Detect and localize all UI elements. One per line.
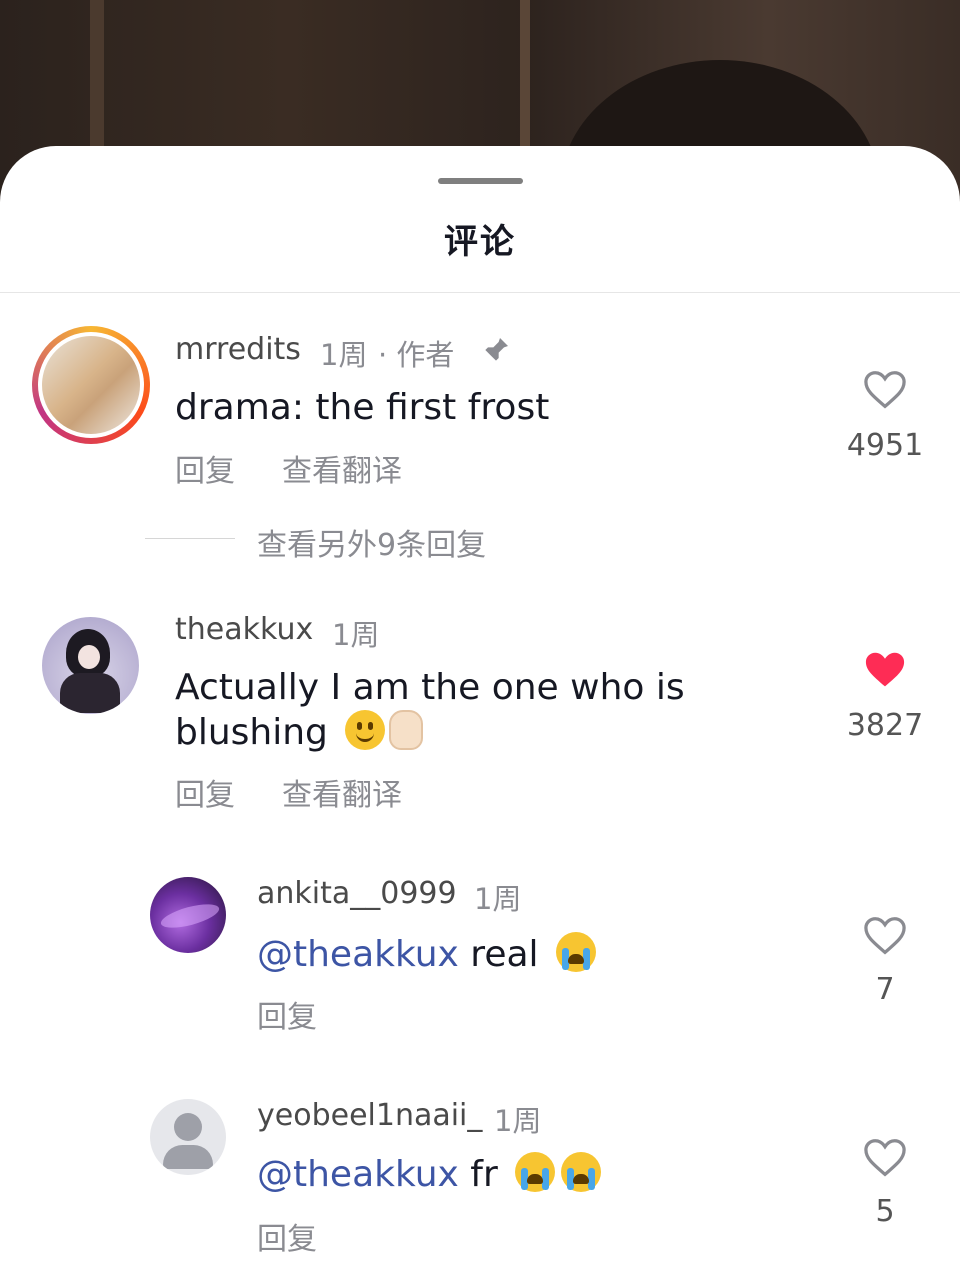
sheet-title: 评论	[444, 222, 516, 262]
reply-time: 1周	[474, 882, 522, 916]
reply-text-body: real	[458, 934, 539, 975]
avatar[interactable]	[150, 877, 226, 953]
comment-text-line2: blushing	[175, 710, 424, 755]
like-count: 4951	[846, 428, 924, 463]
sheet-divider	[0, 292, 960, 293]
loudly-crying-emoji	[561, 1152, 602, 1192]
like-count: 5	[875, 1194, 895, 1229]
view-more-replies-button[interactable]: 查看另外9条回复	[257, 520, 486, 564]
translate-button[interactable]: 查看翻译	[282, 446, 402, 490]
loudly-crying-emoji	[555, 932, 596, 972]
pin-icon	[484, 338, 508, 362]
reply-username[interactable]: ankita__0999	[257, 876, 457, 911]
comment-username[interactable]: theakkux	[175, 612, 313, 647]
like-count: 3827	[846, 708, 924, 743]
reply-button[interactable]: 回复	[257, 1214, 317, 1258]
reply-button[interactable]: 回复	[175, 446, 235, 490]
heart-icon[interactable]	[863, 1138, 907, 1178]
reply-username[interactable]: yeobeel1naaii_	[257, 1098, 482, 1133]
raised-hand-emoji	[389, 710, 424, 750]
reply-time: 1周	[494, 1104, 542, 1138]
like-count: 7	[875, 972, 895, 1007]
mention-link[interactable]: @theakkux	[257, 934, 459, 975]
comment-time: 1周	[320, 338, 368, 372]
comment-time: 1周	[332, 618, 380, 652]
heart-icon[interactable]	[863, 916, 907, 956]
avatar[interactable]	[42, 617, 139, 714]
reply-divider	[145, 538, 235, 539]
reply-text: @theakkux real	[257, 932, 596, 977]
comment-text: drama: the first frost	[175, 387, 550, 428]
comment-username[interactable]: mrredits	[175, 332, 301, 367]
sheet-drag-handle[interactable]	[438, 178, 523, 184]
default-avatar-icon	[174, 1113, 202, 1141]
author-badge: · 作者	[378, 338, 455, 372]
heart-icon[interactable]	[863, 370, 907, 410]
mention-link[interactable]: @theakkux	[257, 1154, 459, 1195]
reply-text: @theakkux fr	[257, 1152, 602, 1197]
reply-text-body: fr	[458, 1154, 498, 1195]
reply-button[interactable]: 回复	[175, 770, 235, 814]
avatar[interactable]	[150, 1099, 226, 1175]
slight-smile-emoji	[345, 710, 386, 750]
avatar[interactable]	[32, 326, 150, 444]
loudly-crying-emoji	[515, 1152, 556, 1192]
avatar-image	[38, 332, 144, 438]
reply-button[interactable]: 回复	[257, 992, 317, 1036]
comment-text-word: blushing	[175, 712, 328, 753]
comment-text: Actually I am the one who is	[175, 667, 685, 708]
heart-filled-icon[interactable]	[863, 650, 907, 690]
translate-button[interactable]: 查看翻译	[282, 770, 402, 814]
avatar-image	[158, 899, 222, 933]
